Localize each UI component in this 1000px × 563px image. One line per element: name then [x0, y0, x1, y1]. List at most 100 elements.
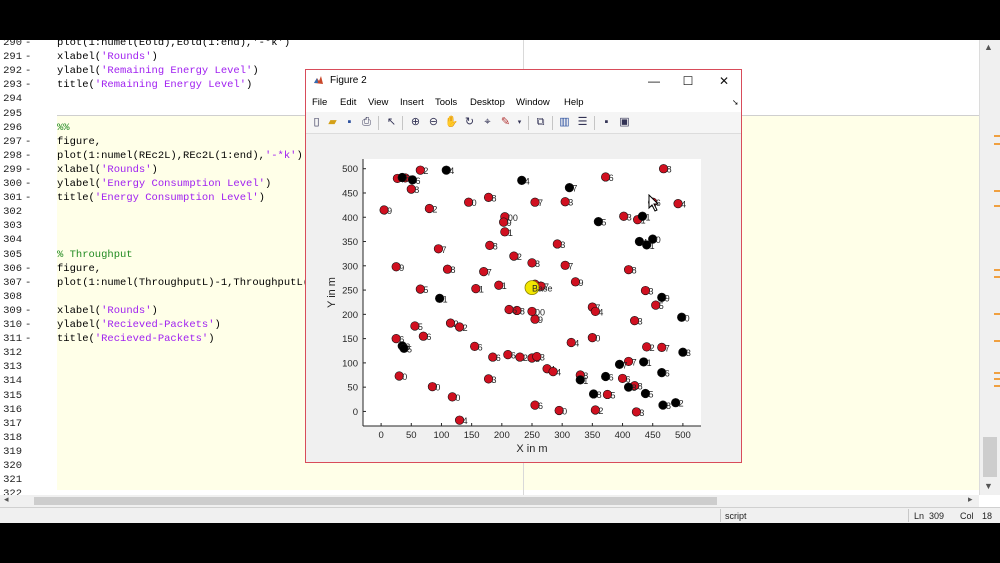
x-tick-label: 500	[675, 430, 691, 441]
node-label: 3	[492, 375, 497, 385]
code-analyzer-marks[interactable]	[994, 40, 1000, 495]
code-text[interactable]: ylabel('Recieved-Packets')	[57, 318, 221, 332]
node-label: 4	[463, 416, 468, 426]
code-text[interactable]: ylabel('Remaining Energy Level')	[57, 64, 259, 78]
open-file-icon[interactable]: ▰	[325, 115, 340, 130]
x-tick-label: 300	[554, 430, 570, 441]
code-token: xlabel(	[57, 163, 102, 176]
pan-icon[interactable]: ✋	[444, 115, 459, 130]
menu-edit[interactable]: Edit	[340, 97, 356, 108]
breakpoint-marker[interactable]: -	[25, 318, 31, 332]
menu-window[interactable]: Window	[516, 97, 550, 108]
figure-window[interactable]: Figure 2 — ☐ ✕ File Edit View Insert Too…	[305, 69, 742, 463]
string-literal: 'Energy Consumption Level'	[94, 192, 259, 205]
code-text[interactable]: xlabel('Rounds')	[57, 163, 158, 177]
node-label: 6	[511, 351, 516, 361]
node-label: 1	[443, 294, 448, 304]
code-text[interactable]: figure,	[57, 262, 101, 276]
node-label: 7	[441, 245, 446, 255]
save-icon[interactable]: ▪	[342, 115, 357, 130]
scroll-right-icon[interactable]: ▸	[968, 494, 973, 505]
pointer-icon[interactable]: ↖	[384, 115, 399, 130]
maximize-button[interactable]: ☐	[674, 72, 702, 90]
code-text[interactable]: plot(1:numel(ThroughputL)-1,ThroughputL(	[57, 276, 309, 290]
breakpoint-marker[interactable]: -	[25, 276, 31, 290]
minimize-button[interactable]: —	[640, 72, 668, 90]
line-number: 295	[3, 107, 22, 120]
node-label: 6	[512, 305, 517, 315]
scatter-plot[interactable]: 0 50 100 150 200 250 300 350 400 450 5000501001502…	[306, 134, 741, 462]
code-line[interactable]: 291- xlabel('Rounds')	[0, 50, 979, 64]
figure-canvas[interactable]: 0 50 100 150 200 250 300 350 400 450 500 0 50 100 150 2…	[306, 134, 741, 462]
breakpoint-marker[interactable]: -	[25, 163, 31, 177]
breakpoint-marker[interactable]: -	[25, 40, 31, 50]
dock-arrow-icon[interactable]: ➘	[732, 98, 739, 107]
code-text[interactable]: plot(1:numel(Eold),Eold(1:end),'-*k')	[57, 40, 290, 50]
code-line[interactable]: 290- plot(1:numel(Eold),Eold(1:end),'-*k'…	[0, 40, 979, 50]
hide-plot-tools-icon[interactable]: ▪	[599, 115, 614, 130]
code-text[interactable]: title('Remaining Energy Level')	[57, 78, 252, 92]
breakpoint-marker[interactable]: -	[25, 177, 31, 191]
node-label: 3	[639, 408, 644, 418]
code-text[interactable]: %%	[57, 121, 70, 135]
x-tick-label: 100	[434, 430, 450, 441]
breakpoint-marker[interactable]: -	[25, 262, 31, 276]
node-label: 8	[493, 241, 498, 251]
new-figure-icon[interactable]: ▯	[309, 115, 324, 130]
legend-icon[interactable]: ☰	[575, 115, 590, 130]
breakpoint-marker[interactable]: -	[25, 149, 31, 163]
menu-tools[interactable]: Tools	[435, 97, 457, 108]
node-label: 5	[423, 285, 428, 295]
scroll-up-icon[interactable]: ▲	[984, 42, 993, 52]
code-text[interactable]: xlabel('Rounds')	[57, 50, 158, 64]
close-button[interactable]: ✕	[710, 72, 738, 90]
breakpoint-marker[interactable]: -	[25, 78, 31, 92]
breakpoint-marker[interactable]: -	[25, 135, 31, 149]
node-label: 9	[399, 263, 404, 273]
colorbar-icon[interactable]: ▥	[557, 115, 572, 130]
code-text[interactable]: % Throughput	[57, 248, 133, 262]
menu-file[interactable]: File	[312, 97, 327, 108]
zoom-in-icon[interactable]: ⊕	[408, 115, 423, 130]
data-cursor-icon[interactable]: ⌖	[480, 115, 495, 130]
horizontal-scrollbar[interactable]: ◂ ▸	[0, 494, 979, 507]
horizontal-scroll-thumb[interactable]	[34, 497, 717, 505]
show-plot-tools-icon[interactable]: ▣	[617, 115, 632, 130]
string-literal: 'Recieved-Packets'	[101, 319, 215, 331]
brush-dropdown-icon[interactable]: ▾	[512, 115, 527, 130]
code-token: )	[296, 149, 303, 162]
code-text[interactable]: title('Recieved-Packets')	[57, 332, 215, 346]
scroll-down-icon[interactable]: ▼	[984, 481, 993, 491]
code-text[interactable]: title('Energy Consumption Level')	[57, 191, 265, 205]
node-label: 0	[435, 383, 440, 393]
scroll-left-icon[interactable]: ◂	[4, 494, 9, 505]
breakpoint-marker[interactable]: -	[25, 332, 31, 346]
breakpoint-marker[interactable]: -	[25, 304, 31, 318]
mouse-cursor-icon	[648, 194, 660, 212]
x-tick-label: 50	[406, 430, 417, 441]
breakpoint-marker[interactable]: -	[25, 191, 31, 205]
node-label: 3	[540, 353, 545, 363]
rotate-icon[interactable]: ↻	[462, 115, 477, 130]
brush-icon[interactable]: ✎	[498, 115, 513, 130]
node-label: 5	[659, 301, 664, 311]
code-text[interactable]: xlabel('Rounds')	[57, 304, 158, 318]
line-number: 305	[3, 248, 22, 261]
breakpoint-marker[interactable]: -	[25, 50, 31, 64]
menu-desktop[interactable]: Desktop	[470, 97, 505, 108]
code-text[interactable]: ylabel('Energy Consumption Level')	[57, 177, 271, 191]
breakpoint-marker[interactable]: -	[25, 64, 31, 78]
line-number: 321	[3, 474, 22, 487]
menu-view[interactable]: View	[368, 97, 388, 108]
print-icon[interactable]: ⎙	[359, 115, 374, 130]
figure-titlebar[interactable]: Figure 2 — ☐ ✕	[306, 70, 741, 92]
menu-help[interactable]: Help	[564, 97, 584, 108]
code-line[interactable]: 321	[0, 473, 979, 487]
line-number: 300	[3, 178, 22, 190]
y-tick-label: 500	[342, 164, 358, 175]
link-plot-icon[interactable]: ⧉	[533, 115, 548, 130]
code-text[interactable]: plot(1:numel(REc2L),REc2L(1:end),'-*k')	[57, 149, 303, 163]
zoom-out-icon[interactable]: ⊖	[426, 115, 441, 130]
code-text[interactable]: figure,	[57, 135, 101, 149]
menu-insert[interactable]: Insert	[400, 97, 424, 108]
